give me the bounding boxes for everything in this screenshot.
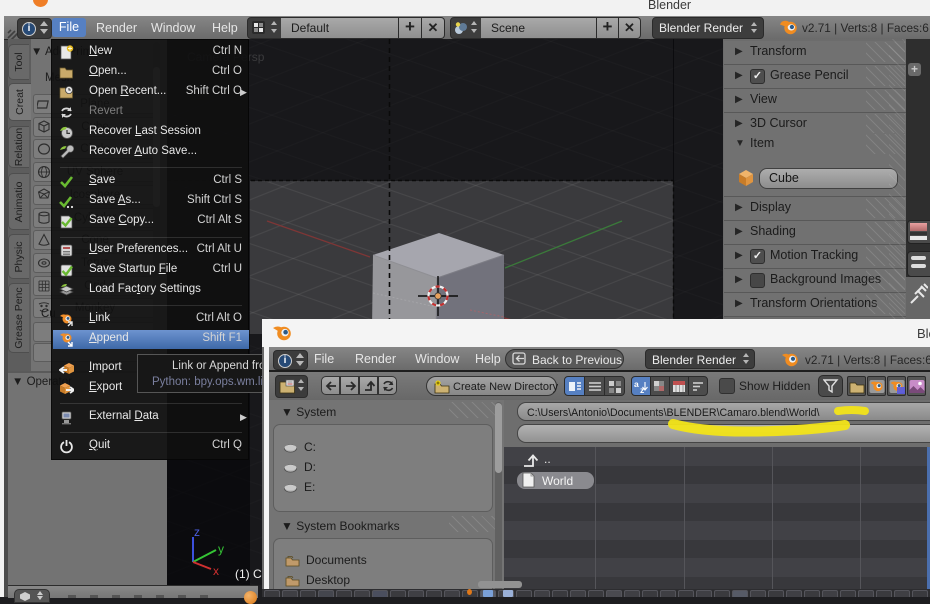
svg-text:z: z — [640, 385, 644, 394]
svg-text:x: x — [213, 564, 219, 578]
svg-text:z: z — [194, 525, 200, 539]
svg-text:a: a — [634, 379, 639, 389]
svg-text:y: y — [218, 542, 224, 556]
